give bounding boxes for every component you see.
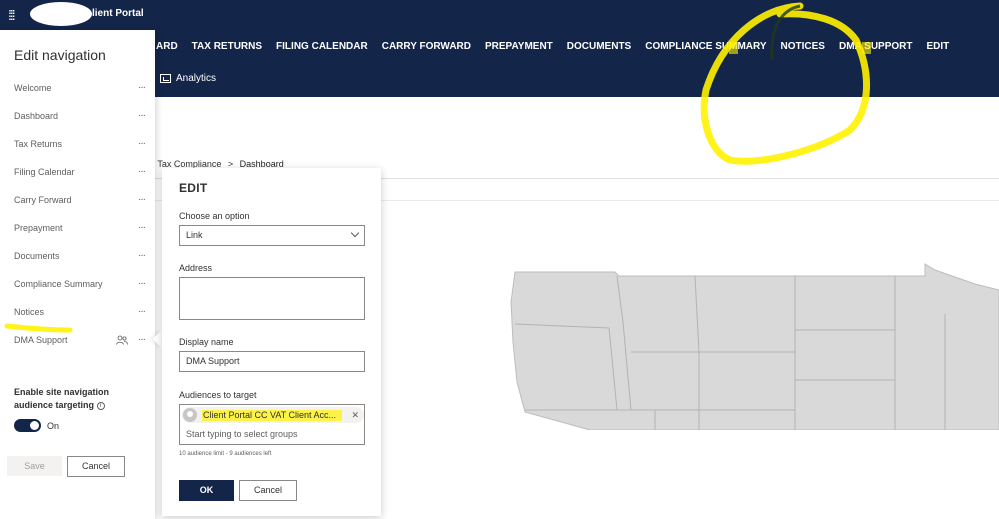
more-options-icon[interactable]: ··· — [138, 214, 146, 242]
nav-item-dma-support[interactable]: DMA Support ··· — [0, 326, 155, 354]
audience-picker[interactable]: Client Portal CC VAT Client Acc... ✕ Sta… — [179, 404, 365, 445]
audience-targeting-toggle[interactable] — [14, 419, 41, 432]
analytics-link[interactable]: Analytics — [160, 73, 216, 84]
nav-item-dashboard[interactable]: Dashboard ··· — [0, 102, 155, 130]
top-nav-item[interactable]: DOCUMENTS — [567, 41, 631, 52]
navigation-list: Welcome ··· Dashboard ··· Tax Returns ··… — [0, 74, 155, 354]
nav-item-documents[interactable]: Documents ··· — [0, 242, 155, 270]
nav-item-label: Filing Calendar — [14, 167, 75, 177]
audience-search-placeholder[interactable]: Start typing to select groups — [186, 429, 298, 439]
callout-title: EDIT — [179, 181, 208, 195]
more-options-icon[interactable]: ··· — [138, 186, 146, 214]
top-nav-item[interactable]: COMPLIANCE SUMMARY — [645, 41, 766, 52]
nav-item-notices[interactable]: Notices ··· — [0, 298, 155, 326]
cancel-button[interactable]: Cancel — [239, 480, 297, 501]
audience-targeting-text: Enable site navigation audience targetin… — [14, 387, 110, 410]
address-label: Address — [179, 263, 213, 273]
edit-link-callout: EDIT Choose an option Link Address Displ… — [162, 168, 381, 516]
nav-item-welcome[interactable]: Welcome ··· — [0, 74, 155, 102]
more-options-icon[interactable]: ··· — [138, 298, 146, 326]
top-nav-item[interactable]: NOTICES — [781, 41, 825, 52]
nav-item-label: Documents — [14, 251, 60, 261]
audience-limit-hint: 10 audience limit - 9 audiences left — [179, 451, 272, 457]
more-options-icon[interactable]: ··· — [138, 102, 146, 130]
nav-item-filing-calendar[interactable]: Filing Calendar ··· — [0, 158, 155, 186]
analytics-label: Analytics — [176, 73, 217, 84]
more-options-icon[interactable]: ··· — [138, 242, 146, 270]
nav-item-label: Notices — [14, 307, 45, 317]
top-nav-item[interactable]: CARRY FORWARD — [382, 41, 471, 52]
display-name-label: Display name — [179, 337, 234, 347]
nav-item-label: DMA Support — [14, 335, 68, 345]
audience-pill: Client Portal CC VAT Client Acc... ✕ — [182, 407, 364, 423]
top-nav-item[interactable]: PREPAYMENT — [485, 41, 553, 52]
toggle-state-label: On — [47, 421, 60, 431]
nav-item-tax-returns[interactable]: Tax Returns ··· — [0, 130, 155, 158]
site-title[interactable]: lient Portal — [92, 8, 144, 19]
cancel-button[interactable]: Cancel — [67, 456, 125, 477]
remove-audience-icon[interactable]: ✕ — [351, 407, 359, 423]
more-options-icon[interactable]: ··· — [138, 270, 146, 298]
chevron-down-icon — [350, 228, 360, 238]
us-map-graphic — [510, 263, 999, 430]
more-options-icon[interactable]: ··· — [138, 130, 146, 158]
nav-item-label: Compliance Summary — [14, 279, 103, 289]
top-nav-edit-link[interactable]: EDIT — [927, 41, 950, 52]
panel-title: Edit navigation — [14, 47, 106, 63]
more-options-icon[interactable]: ··· — [138, 74, 146, 102]
address-field[interactable] — [179, 277, 365, 320]
app-launcher-icon[interactable]: ⁞⁞⁞ — [8, 7, 16, 23]
option-value: Link — [186, 230, 203, 240]
edit-navigation-panel: Edit navigation Welcome ··· Dashboard ··… — [0, 30, 155, 519]
nav-item-prepayment[interactable]: Prepayment ··· — [0, 214, 155, 242]
more-options-icon[interactable]: ··· — [138, 158, 146, 186]
option-label: Choose an option — [179, 211, 250, 221]
nav-item-label: Carry Forward — [14, 195, 72, 205]
nav-item-label: Prepayment — [14, 223, 63, 233]
top-nav-item[interactable]: TAX RETURNS — [192, 41, 262, 52]
top-nav-item[interactable]: ARD — [156, 41, 178, 52]
top-navigation: ARD TAX RETURNS FILING CALENDAR CARRY FO… — [156, 41, 963, 52]
ok-button[interactable]: OK — [179, 480, 234, 501]
top-nav-item[interactable]: DMA SUPPORT — [839, 41, 913, 52]
nav-item-label: Welcome — [14, 83, 52, 93]
display-name-field[interactable]: DMA Support — [179, 351, 365, 372]
info-icon[interactable]: i — [96, 401, 105, 410]
audiences-label: Audiences to target — [179, 390, 257, 400]
nav-item-label: Tax Returns — [14, 139, 63, 149]
audience-targeting-label: Enable site navigation audience targetin… — [14, 386, 124, 412]
redacted-logo — [30, 2, 92, 26]
save-button[interactable]: Save — [7, 456, 62, 476]
top-nav-item[interactable]: FILING CALENDAR — [276, 41, 368, 52]
audience-pill-label: Client Portal CC VAT Client Acc... — [203, 410, 337, 420]
audience-people-icon — [116, 335, 128, 345]
group-avatar-icon — [183, 408, 197, 422]
nav-item-label: Dashboard — [14, 111, 59, 121]
nav-item-compliance-summary[interactable]: Compliance Summary ··· — [0, 270, 155, 298]
nav-item-carry-forward[interactable]: Carry Forward ··· — [0, 186, 155, 214]
analytics-icon — [160, 74, 171, 83]
more-options-icon[interactable]: ··· — [138, 326, 146, 354]
option-dropdown[interactable]: Link — [179, 225, 365, 246]
